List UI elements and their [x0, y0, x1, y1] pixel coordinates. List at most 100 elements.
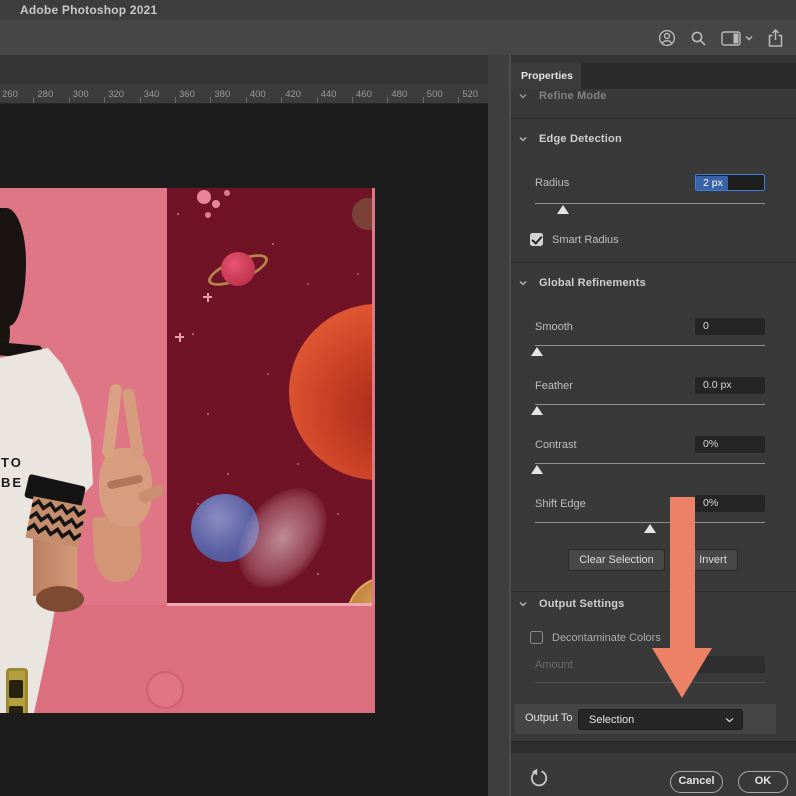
app-title: Adobe Photoshop 2021: [20, 3, 157, 17]
ruler-tick-label: 300: [73, 89, 89, 100]
space-poster: [167, 188, 372, 605]
shift-edge-label: Shift Edge: [535, 498, 586, 510]
ruler-tick-label: 380: [214, 89, 230, 100]
radius-value-field[interactable]: 2 px: [695, 174, 765, 191]
poster-star-cluster: [197, 190, 211, 204]
panel-tab-strip: Properties: [511, 63, 796, 89]
radius-label: Radius: [535, 177, 569, 189]
ruler-tick-label: 320: [108, 89, 124, 100]
ruler-tick-label: 280: [37, 89, 53, 100]
smooth-slider-thumb[interactable]: [531, 347, 543, 356]
ruler-tick-mark: [281, 97, 282, 103]
shift-edge-value-field[interactable]: 0%: [695, 495, 765, 512]
contrast-label: Contrast: [535, 439, 577, 451]
ruler-tick-mark: [246, 97, 247, 103]
contrast-slider-track[interactable]: [535, 463, 765, 464]
poster-bottom-edge: [167, 603, 372, 606]
account-icon[interactable]: [658, 29, 676, 47]
section-edge-detection[interactable]: Edge Detection: [519, 133, 622, 145]
shirt-graphic-detail: [9, 706, 23, 713]
poster-small-planet: [352, 198, 372, 230]
poster-star-cluster: [224, 190, 230, 196]
top-toolbar-icons: [658, 27, 784, 49]
decontaminate-colors-checkbox[interactable]: [530, 631, 543, 644]
chevron-down-icon: [519, 600, 527, 608]
section-output-settings[interactable]: Output Settings: [519, 598, 625, 610]
section-label: Refine Mode: [539, 90, 607, 102]
chevron-down-icon: [519, 135, 527, 143]
divider: [511, 262, 796, 263]
divider: [511, 118, 796, 119]
contrast-value-field[interactable]: 0%: [695, 436, 765, 453]
workspace-switcher-icon[interactable]: [721, 31, 753, 46]
poster-sparkle: [203, 296, 212, 298]
poster-star-cluster: [205, 212, 211, 218]
poster-gold-planet: [346, 576, 372, 605]
radius-slider-thumb[interactable]: [557, 205, 569, 214]
ruler-tick-label: 460: [356, 89, 372, 100]
ruler-tick-label: 420: [285, 89, 301, 100]
reset-icon[interactable]: [528, 768, 549, 795]
output-to-row: Output To Selection: [515, 704, 776, 734]
divider: [511, 591, 796, 592]
ruler-tick-mark: [387, 97, 388, 103]
output-to-selected-value: Selection: [589, 714, 634, 726]
photo-plate-shape: [146, 671, 184, 709]
poster-stars: [177, 213, 179, 215]
ruler-tick-mark: [175, 97, 176, 103]
ruler-tick-label: 400: [250, 89, 266, 100]
ruler-tick-label: 480: [391, 89, 407, 100]
ruler-tick-label: 520: [462, 89, 478, 100]
radius-slider-track[interactable]: [535, 203, 765, 204]
panel-gutter: [488, 55, 511, 796]
ruler-tick-label: 440: [321, 89, 337, 100]
shift-edge-slider-thumb[interactable]: [644, 524, 656, 533]
person-elbow: [36, 586, 84, 612]
section-label: Global Refinements: [539, 277, 646, 289]
chevron-down-icon: [519, 92, 527, 100]
smart-radius-checkbox[interactable]: [530, 233, 543, 246]
photo-lower-wall: [0, 605, 375, 713]
shift-edge-slider-track[interactable]: [535, 522, 765, 523]
ruler-tick-mark: [423, 97, 424, 103]
smooth-slider-track[interactable]: [535, 345, 765, 346]
title-bar: Adobe Photoshop 2021: [0, 0, 796, 20]
annotation-arrow-shaft: [670, 497, 695, 649]
ruler-tick-label: 500: [427, 89, 443, 100]
horizontal-ruler: 2602803003203403603804004204404604805005…: [0, 84, 488, 104]
person-hair: [0, 208, 26, 326]
feather-slider-track[interactable]: [535, 404, 765, 405]
photo-image: TO BE: [0, 188, 375, 713]
smart-radius-label: Smart Radius: [552, 234, 619, 246]
ruler-tick-label: 260: [2, 89, 18, 100]
ruler-tick-mark: [33, 97, 34, 103]
shirt-graphic-detail: [9, 680, 23, 698]
poster-sun: [289, 304, 372, 480]
ruler-tick-mark: [352, 97, 353, 103]
ruler-tick-mark: [104, 97, 105, 103]
tab-properties[interactable]: Properties: [511, 63, 581, 89]
search-icon[interactable]: [690, 30, 707, 47]
person-hand: [99, 448, 152, 526]
contrast-slider-thumb[interactable]: [531, 465, 543, 474]
footer-divider: [511, 741, 796, 753]
section-label: Output Settings: [539, 598, 625, 610]
poster-sparkle: [175, 336, 184, 338]
invert-button[interactable]: Invert: [688, 549, 738, 571]
section-label: Edge Detection: [539, 133, 622, 145]
share-icon[interactable]: [767, 29, 784, 48]
section-refine-mode[interactable]: Refine Mode: [519, 90, 607, 102]
feather-label: Feather: [535, 380, 573, 392]
cancel-button[interactable]: Cancel: [670, 771, 723, 793]
smooth-value-field[interactable]: 0: [695, 318, 765, 335]
annotation-arrow-head: [652, 648, 712, 698]
feather-value-field[interactable]: 0.0 px: [695, 377, 765, 394]
chevron-down-icon: [519, 279, 527, 287]
feather-slider-thumb[interactable]: [531, 406, 543, 415]
output-to-dropdown[interactable]: Selection: [578, 709, 743, 730]
ok-button[interactable]: OK: [738, 771, 788, 793]
section-global-refinements[interactable]: Global Refinements: [519, 277, 646, 289]
document-canvas[interactable]: TO BE: [0, 104, 488, 796]
clear-selection-button[interactable]: Clear Selection: [568, 549, 665, 571]
shirt-text: TO: [1, 455, 23, 470]
